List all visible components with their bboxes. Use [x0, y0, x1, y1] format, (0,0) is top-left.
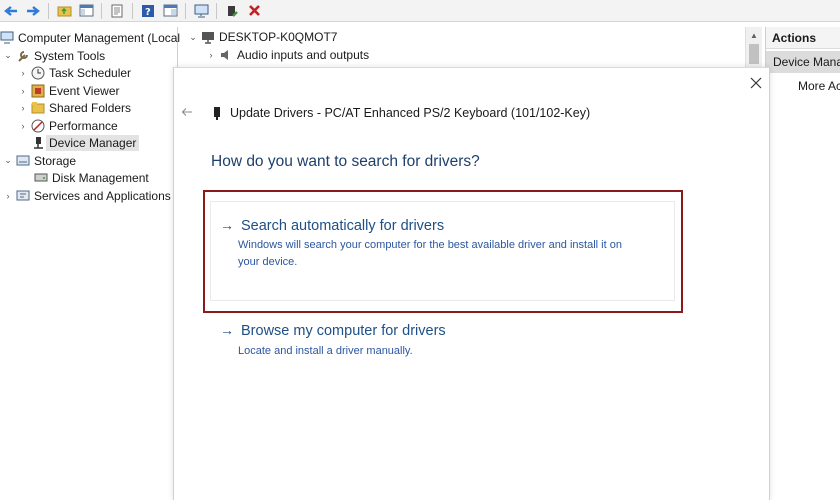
- toolbar-separator: [48, 2, 49, 19]
- computer-name: DESKTOP-K0QMOT7: [219, 30, 338, 44]
- back-arrow-icon[interactable]: [2, 2, 20, 20]
- option-title-text: Browse my computer for drivers: [241, 323, 446, 339]
- device-tree-computer[interactable]: ⌄ DESKTOP-K0QMOT7: [188, 28, 337, 46]
- shared-folder-icon: [31, 101, 45, 115]
- description-line: Windows will search your computer for th…: [238, 239, 622, 251]
- arrow-right-icon: →: [220, 322, 234, 338]
- toolbar-separator: [101, 2, 102, 19]
- show-hide-tree-icon[interactable]: [77, 2, 95, 20]
- tree-item-services-applications[interactable]: › Services and Applications: [3, 187, 171, 204]
- help-icon[interactable]: ?: [139, 2, 157, 20]
- computer-management-window: ? Computer Management (Local) ⌄ System T…: [0, 0, 840, 500]
- tree-label: Disk Management: [52, 170, 149, 185]
- actions-pane: Actions Device Mana More Ac: [765, 27, 840, 500]
- chevron-right-icon[interactable]: ›: [3, 191, 13, 201]
- tree-label: Event Viewer: [49, 83, 120, 98]
- event-viewer-icon: [31, 84, 45, 98]
- tree-item-computer-management[interactable]: Computer Management (Local): [0, 29, 184, 46]
- update-driver-icon[interactable]: [223, 2, 241, 20]
- system-tools-icon: [16, 49, 30, 63]
- tree-item-shared-folders[interactable]: › Shared Folders: [18, 99, 132, 116]
- scroll-up-icon[interactable]: ▲: [750, 31, 758, 40]
- properties-icon[interactable]: [108, 2, 126, 20]
- tree-label: Storage: [34, 153, 77, 168]
- back-arrow-button[interactable]: [181, 105, 193, 120]
- chevron-right-icon[interactable]: ›: [18, 86, 28, 96]
- browse-computer-description: Locate and install a driver manually.: [238, 345, 413, 357]
- close-button[interactable]: [747, 74, 765, 92]
- scrollbar-thumb[interactable]: [749, 44, 759, 64]
- tree-label: Task Scheduler: [49, 65, 132, 80]
- chevron-right-icon[interactable]: ›: [206, 50, 216, 60]
- up-folder-icon[interactable]: [55, 2, 73, 20]
- tree-label: Performance: [49, 118, 118, 133]
- category-label: Audio inputs and outputs: [237, 48, 370, 62]
- arrow-right-icon: →: [220, 217, 234, 233]
- tree-label: Shared Folders: [49, 100, 132, 115]
- speaker-icon: [219, 48, 233, 62]
- tree-label: Device Manager: [46, 134, 140, 151]
- dialog-title: Update Drivers - PC/AT Enhanced PS/2 Key…: [230, 106, 591, 120]
- chevron-right-icon[interactable]: ›: [18, 68, 28, 78]
- actions-device-manager[interactable]: Device Mana: [766, 51, 840, 73]
- toolbar-separator: [216, 2, 217, 19]
- tree-item-task-scheduler[interactable]: › Task Scheduler: [18, 64, 132, 81]
- chevron-right-icon[interactable]: ›: [18, 121, 28, 131]
- svg-text:?: ?: [145, 7, 151, 18]
- chevron-down-icon[interactable]: ⌄: [3, 155, 13, 166]
- performance-icon: [31, 119, 45, 133]
- tree-item-storage[interactable]: ⌄ Storage: [3, 152, 76, 169]
- view-icon[interactable]: [161, 2, 179, 20]
- monitor-icon[interactable]: [192, 2, 210, 20]
- toolbar-separator: [132, 2, 133, 19]
- dialog-heading: How do you want to search for drivers?: [211, 153, 480, 170]
- tree-item-event-viewer[interactable]: › Event Viewer: [18, 82, 120, 99]
- tree-label: System Tools: [34, 48, 106, 63]
- keyboard-device-icon: [213, 106, 221, 121]
- device-category-audio[interactable]: › Audio inputs and outputs: [206, 46, 370, 64]
- close-icon: [750, 77, 762, 89]
- clock-icon: [31, 66, 45, 80]
- description-line: your device.: [238, 256, 298, 268]
- chevron-down-icon[interactable]: ⌄: [188, 32, 198, 43]
- device-manager-icon: [31, 136, 45, 150]
- toolbar-separator: [185, 2, 186, 19]
- computer-management-icon: [0, 31, 14, 45]
- tree-item-system-tools[interactable]: ⌄ System Tools: [3, 47, 105, 64]
- back-arrow-icon: [181, 108, 192, 116]
- update-drivers-dialog: Update Drivers - PC/AT Enhanced PS/2 Key…: [173, 67, 770, 500]
- browse-computer-title[interactable]: → Browse my computer for drivers: [220, 322, 446, 339]
- tree-item-device-manager[interactable]: Device Manager: [28, 134, 140, 151]
- uninstall-icon[interactable]: [245, 2, 263, 20]
- more-actions-item[interactable]: More Ac: [798, 79, 840, 93]
- services-icon: [16, 189, 30, 203]
- tree-item-performance[interactable]: › Performance: [18, 117, 118, 134]
- actions-title: Actions: [766, 27, 840, 49]
- tree-label: Services and Applications: [34, 188, 171, 203]
- computer-icon: [201, 30, 215, 44]
- tree-label: Computer Management (Local): [18, 30, 185, 45]
- console-tree: Computer Management (Local) ⌄ System Too…: [0, 27, 184, 500]
- chevron-right-icon[interactable]: ›: [18, 103, 28, 113]
- search-automatically-title[interactable]: → Search automatically for drivers: [220, 217, 444, 234]
- search-automatically-description: Windows will search your computer for th…: [238, 237, 622, 271]
- option-title-text: Search automatically for drivers: [241, 218, 445, 234]
- forward-arrow-icon[interactable]: [24, 2, 42, 20]
- tree-item-disk-management[interactable]: Disk Management: [31, 169, 149, 186]
- toolbar: ?: [0, 0, 840, 22]
- chevron-down-icon[interactable]: ⌄: [3, 50, 13, 61]
- disk-management-icon: [34, 171, 48, 185]
- storage-icon: [16, 154, 30, 168]
